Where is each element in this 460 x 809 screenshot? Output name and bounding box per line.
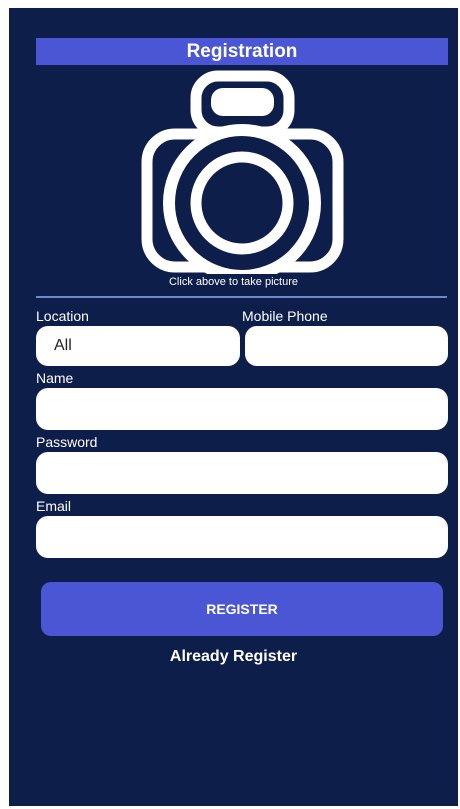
location-label: Location <box>36 308 89 324</box>
divider <box>36 296 447 298</box>
name-label: Name <box>36 370 74 386</box>
password-input[interactable] <box>36 452 448 494</box>
camera-icon <box>141 70 344 282</box>
location-value: All <box>54 337 72 354</box>
register-button[interactable]: REGISTER <box>41 582 443 636</box>
registration-screen: Registration Click above to take picture… <box>9 8 458 806</box>
email-input[interactable] <box>36 516 448 558</box>
location-select[interactable]: All <box>36 326 240 366</box>
camera-caption: Click above to take picture <box>168 276 298 288</box>
mobile-phone-label: Mobile Phone <box>242 308 328 324</box>
page-title: Registration <box>36 38 448 65</box>
name-input[interactable] <box>36 388 448 430</box>
mobile-phone-input[interactable] <box>245 326 448 366</box>
password-label: Password <box>36 434 98 450</box>
camera-button[interactable] <box>139 70 346 282</box>
email-label: Email <box>36 498 72 514</box>
already-register-link[interactable]: Already Register <box>9 648 458 666</box>
